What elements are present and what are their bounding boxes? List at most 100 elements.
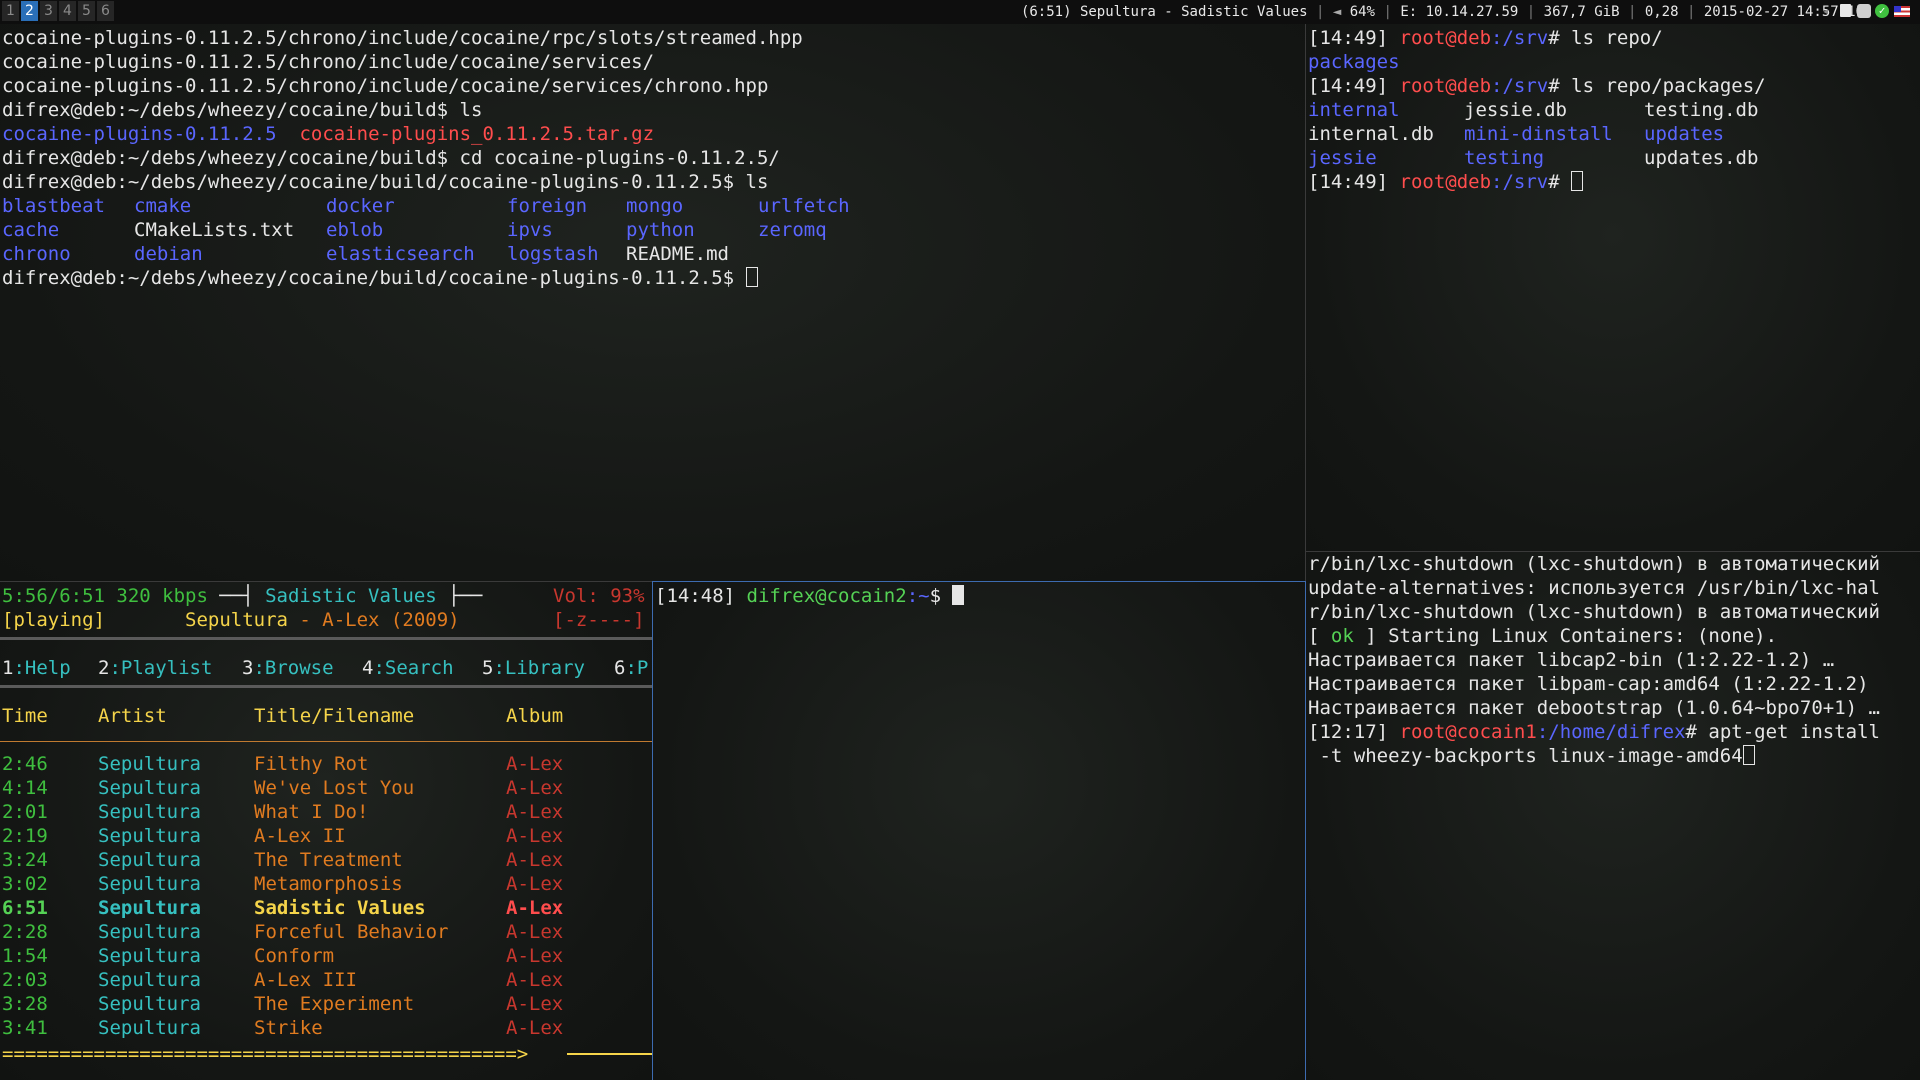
- ethernet-status: E: 10.14.27.59: [1400, 4, 1519, 20]
- flag-icon[interactable]: [1894, 6, 1910, 17]
- player-header: 5:56/6:51 320 kbps ──┤ Sadistic Values ├…: [2, 585, 517, 607]
- dir-entry: cmake: [134, 195, 192, 217]
- track-album: A-Lex: [506, 993, 564, 1015]
- track-time: 2:46: [2, 753, 48, 775]
- prompt-cmd: # apt-get install: [1685, 721, 1880, 743]
- track-album: A-Lex: [506, 945, 564, 967]
- column-header-album[interactable]: Album: [506, 704, 563, 728]
- prompt-path: :/srv: [1491, 171, 1549, 193]
- track-album: A-Lex: [506, 921, 564, 943]
- terminal-line: Настраивается пакет debootstrap (1.0.64~…: [1308, 697, 1880, 719]
- table-row[interactable]: 3:24 Sepultura The Treatment A-Lex: [0, 848, 652, 872]
- menu-key: 3: [242, 657, 254, 679]
- file-entry: CMakeLists.txt: [134, 219, 295, 241]
- workspace-4-button[interactable]: 4: [59, 1, 76, 21]
- track-artist: Sepultura: [98, 1017, 201, 1039]
- workspace-3-button[interactable]: 3: [40, 1, 57, 21]
- table-row[interactable]: 3:41 Sepultura Strike A-Lex: [0, 1016, 652, 1040]
- dir-entry: docker: [326, 195, 395, 217]
- track-artist: Sepultura: [98, 777, 201, 799]
- progress-bar-text: ========================================…: [2, 1043, 529, 1065]
- track-artist: Sepultura: [98, 849, 201, 871]
- dir-entry: testing: [1464, 147, 1545, 169]
- column-header-artist[interactable]: Artist: [98, 704, 167, 728]
- prompt-line: [14:49] root@deb:/srv# ls repo/packages/: [1308, 74, 1766, 98]
- column-header-time[interactable]: Time: [2, 704, 48, 728]
- playback-flags: [-z----]: [553, 609, 645, 631]
- track-time: 2:28: [2, 921, 48, 943]
- column-header-title[interactable]: Title/Filename: [254, 704, 414, 728]
- menu-label: :Help: [13, 657, 71, 679]
- workspace-2-button[interactable]: 2: [21, 1, 38, 21]
- track-title: Sadistic Values: [254, 897, 426, 919]
- table-row[interactable]: 2:19 Sepultura A-Lex II A-Lex: [0, 824, 652, 848]
- track-time: 2:01: [2, 801, 48, 823]
- divider: [0, 685, 652, 688]
- table-row[interactable]: 1:54 Sepultura Conform A-Lex: [0, 944, 652, 968]
- track-title: Sadistic Values: [265, 585, 437, 607]
- volume[interactable]: Vol: 93%: [553, 584, 645, 608]
- terminal-repo[interactable]: [14:49] root@deb:/srv# ls repo/ packages…: [1306, 24, 1920, 551]
- menu-item-p[interactable]: 6:P: [614, 656, 648, 680]
- prompt-user: root@deb: [1399, 27, 1492, 49]
- prompt-user: difrex@cocain2: [746, 585, 907, 607]
- separator: |: [1315, 4, 1325, 20]
- terminal-cocain1[interactable]: r/bin/lxc-shutdown (lxc-shutdown) в авто…: [1306, 552, 1920, 1080]
- table-row[interactable]: 3:28 Sepultura The Experiment A-Lex: [0, 992, 652, 1016]
- terminal-line: -t wheezy-backports linux-image-amd64: [1308, 744, 1755, 768]
- table-row[interactable]: 2:28 Sepultura Forceful Behavior A-Lex: [0, 920, 652, 944]
- workspace-6-button[interactable]: 6: [97, 1, 114, 21]
- table-row[interactable]: 4:14 Sepultura We've Lost You A-Lex: [0, 776, 652, 800]
- track-album: A-Lex: [506, 897, 564, 919]
- chat-icon[interactable]: [1857, 4, 1871, 18]
- divider: [0, 637, 652, 640]
- progress-bar-remaining: [567, 1053, 652, 1055]
- menu-item-library[interactable]: 5:Library: [482, 656, 585, 680]
- menu-item-browse[interactable]: 3:Browse: [242, 656, 334, 680]
- terminal-line: cocaine-plugins-0.11.2.5/chrono/include/…: [2, 27, 803, 49]
- menu-item-playlist[interactable]: 2:Playlist: [98, 656, 212, 680]
- terminal-line: Настраивается пакет libpam-cap:amd64 (1:…: [1308, 673, 1869, 695]
- album-info: - A-Lex (2009): [287, 609, 460, 631]
- separator: |: [1526, 4, 1536, 20]
- separator: |: [1383, 4, 1392, 20]
- prompt-user: root@deb: [1399, 75, 1492, 97]
- prompt: difrex@deb:~/debs/wheezy/cocaine/build/c…: [2, 267, 746, 289]
- workspace-1-button[interactable]: 1: [2, 1, 19, 21]
- menu-label: :Library: [493, 657, 585, 679]
- menu-item-help[interactable]: 1:Help: [2, 656, 71, 680]
- prompt-user: root@deb: [1399, 171, 1492, 193]
- menu-label: :P: [625, 657, 649, 679]
- track-title: Forceful Behavior: [254, 921, 449, 943]
- dir-entry: ipvs: [507, 219, 553, 241]
- track-artist: Sepultura: [98, 993, 201, 1015]
- prompt-line: [14:48] difrex@cocain2:~$: [655, 584, 965, 608]
- now-playing: (6:51) Sepultura - Sadistic Values: [1020, 4, 1308, 20]
- workspace-5-button[interactable]: 5: [78, 1, 95, 21]
- menu-item-search[interactable]: 4:Search: [362, 656, 454, 680]
- volume-icon[interactable]: ◂: [1822, 4, 1836, 18]
- track-album: A-Lex: [506, 801, 564, 823]
- menu-label: :Browse: [253, 657, 334, 679]
- header-divider: [0, 741, 652, 742]
- prompt-line: difrex@deb:~/debs/wheezy/cocaine/build/c…: [2, 266, 758, 290]
- terminal-line: cocaine-plugins-0.11.2.5/chrono/include/…: [2, 75, 769, 97]
- ncmpcpp-player[interactable]: 5:56/6:51 320 kbps ──┤ Sadistic Values ├…: [0, 582, 652, 1080]
- table-row[interactable]: 2:01 Sepultura What I Do! A-Lex: [0, 800, 652, 824]
- terminal-cocain2[interactable]: [14:48] difrex@cocain2:~$: [653, 582, 1305, 1080]
- dir-entry: eblob: [326, 219, 384, 241]
- ls-output: cocaine-plugins-0.11.2.5 cocaine-plugins…: [2, 122, 654, 146]
- prompt-time: [14:49]: [1308, 27, 1389, 49]
- track-artist: Sepultura: [98, 873, 201, 895]
- check-icon[interactable]: ✓: [1875, 4, 1889, 18]
- table-row[interactable]: 3:02 Sepultura Metamorphosis A-Lex: [0, 872, 652, 896]
- table-row[interactable]: 2:46 Sepultura Filthy Rot A-Lex: [0, 752, 652, 776]
- terminal-build[interactable]: cocaine-plugins-0.11.2.5/chrono/include/…: [0, 24, 1305, 581]
- track-album: A-Lex: [506, 753, 564, 775]
- prompt-user: root@cocain1: [1399, 721, 1537, 743]
- menu-label: :Playlist: [109, 657, 213, 679]
- table-row[interactable]: 2:03 Sepultura A-Lex III A-Lex: [0, 968, 652, 992]
- clipboard-icon[interactable]: [1840, 4, 1851, 17]
- terminal-line: r/bin/lxc-shutdown (lxc-shutdown) в авто…: [1308, 601, 1880, 623]
- table-row[interactable]: 6:51 Sepultura Sadistic Values A-Lex: [0, 896, 652, 920]
